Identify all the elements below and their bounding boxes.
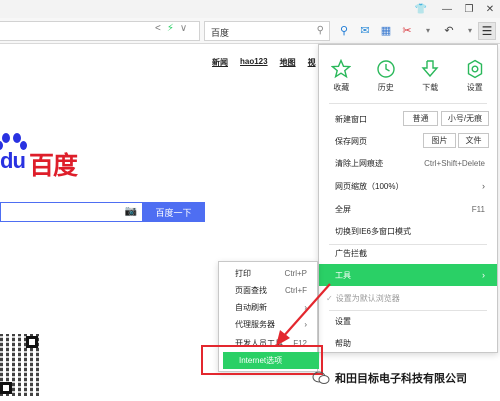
star-icon	[331, 59, 352, 79]
ad-block-label: 广告拦截	[335, 248, 367, 258]
baidu-nav: 新闻 hao123 地图 视	[212, 57, 316, 68]
watermark: 和田目标电子科技有限公司	[312, 368, 467, 388]
nav-link-map[interactable]: 地图	[280, 57, 296, 68]
menu-item-ad-block[interactable]: 广告拦截	[319, 242, 497, 264]
quick-settings-label: 设置	[466, 83, 483, 92]
chevron-down-icon[interactable]: ▾	[420, 22, 436, 38]
download-icon	[421, 60, 439, 78]
new-window-normal-button[interactable]: 普通	[403, 111, 438, 126]
print-shortcut: Ctrl+P	[284, 269, 307, 278]
annotation-arrow-icon	[276, 283, 331, 346]
logo-cn-text: 百度	[29, 152, 78, 180]
logo-du-text: du	[0, 148, 26, 173]
browser-toolbar: < ⚡ ∨ 百度 ⚲ ⚲ ✉ ▦ ✂ ▾ ↶ ▾	[0, 18, 500, 44]
menu-item-zoom[interactable]: 网页缩放（100%） ›	[319, 175, 497, 197]
save-image-button[interactable]: 图片	[423, 133, 456, 148]
watermark-text: 和田目标电子科技有限公司	[335, 373, 467, 385]
fullscreen-label: 全屏	[335, 204, 351, 214]
lightning-icon[interactable]: ⚡	[167, 23, 174, 34]
nav-link-video[interactable]: 视	[308, 57, 316, 68]
ie6-mode-label: 切换到IE6多窗口模式	[335, 226, 412, 236]
restore-icon[interactable]: ❐	[462, 2, 476, 16]
chevron-down-icon[interactable]: ▾	[462, 22, 478, 38]
tools-label: 工具	[335, 270, 351, 280]
new-window-label: 新建窗口	[335, 114, 367, 124]
close-icon[interactable]: ✕	[483, 2, 497, 16]
menu-item-clear-history[interactable]: 清除上网痕迹 Ctrl+Shift+Delete	[319, 152, 497, 174]
menu-item-help[interactable]: 帮助	[319, 332, 497, 354]
toolbar-icons: ⚲ ✉ ▦ ✂ ▾ ↶ ▾	[336, 22, 478, 38]
menu-item-new-window: 新建窗口 普通 小号/无痕	[319, 108, 497, 130]
menu-item-settings[interactable]: 设置	[319, 310, 497, 332]
fullscreen-shortcut: F11	[471, 204, 485, 214]
menu-item-ie6-mode[interactable]: 切换到IE6多窗口模式	[319, 220, 497, 242]
new-window-private-button[interactable]: 小号/无痕	[441, 111, 489, 126]
zoom-label: 网页缩放（100%）	[335, 181, 404, 191]
quick-downloads[interactable]: 下载	[410, 59, 450, 93]
share-icon[interactable]: <	[155, 23, 161, 34]
menu-icon[interactable]: ☰	[478, 22, 496, 40]
set-default-label: 设置为默认浏览器	[335, 293, 400, 303]
quick-favorites[interactable]: 收藏	[321, 59, 361, 93]
save-file-button[interactable]: 文件	[458, 133, 489, 148]
search-icon[interactable]: ⚲	[336, 22, 352, 38]
quick-history[interactable]: 历史	[366, 59, 406, 93]
wechat-icon	[312, 371, 330, 384]
minimize-icon[interactable]: —	[440, 2, 454, 16]
camera-icon[interactable]: 📷	[125, 206, 137, 217]
menu-item-tools[interactable]: 工具 ›	[319, 264, 497, 286]
clock-icon	[377, 60, 395, 78]
print-label: 打印	[235, 269, 251, 278]
chevron-down-icon[interactable]: ∨	[180, 23, 187, 34]
grid-icon[interactable]: ▦	[378, 22, 394, 38]
clear-history-shortcut: Ctrl+Shift+Delete	[424, 158, 485, 168]
quick-favorites-label: 收藏	[333, 83, 350, 92]
mail-icon[interactable]: ✉	[357, 22, 373, 38]
menu-item-fullscreen[interactable]: 全屏 F11	[319, 198, 497, 220]
search-box-text: 百度	[211, 28, 230, 38]
gear-icon	[467, 59, 482, 79]
nav-link-hao123[interactable]: hao123	[240, 57, 268, 68]
quick-history-label: 历史	[377, 83, 394, 92]
menu-item-set-default[interactable]: ✓ 设置为默认浏览器	[319, 287, 497, 309]
skin-icon[interactable]: 👕	[414, 2, 428, 16]
scissors-icon[interactable]: ✂	[399, 22, 415, 38]
chevron-right-icon: ›	[482, 270, 485, 280]
undo-icon[interactable]: ↶	[441, 22, 457, 38]
search-icon[interactable]: ⚲	[317, 25, 324, 36]
menu-item-save-page: 保存网页 图片 文件	[319, 130, 497, 152]
search-box[interactable]: 百度 ⚲	[204, 21, 330, 41]
clear-history-label: 清除上网痕迹	[335, 158, 383, 168]
save-page-label: 保存网页	[335, 136, 367, 146]
browser-main-menu: 收藏 历史 下载 设置 新建窗口 普通 小号/无痕 保存网页 图片 文件 清除上…	[318, 44, 498, 353]
quick-downloads-label: 下载	[422, 83, 439, 92]
quick-actions: 收藏 历史 下载 设置	[319, 45, 497, 101]
quick-settings[interactable]: 设置	[455, 59, 495, 93]
menu-divider	[329, 103, 487, 104]
baidu-search-input[interactable]: 📷	[0, 202, 142, 222]
nav-link-news[interactable]: 新闻	[212, 57, 228, 68]
chevron-right-icon: ›	[482, 181, 485, 191]
baidu-search-button[interactable]: 百度一下	[142, 202, 205, 222]
address-bar-icons: < ⚡ ∨	[155, 23, 187, 34]
title-bar: 👕 — ❐ ✕	[0, 0, 500, 18]
